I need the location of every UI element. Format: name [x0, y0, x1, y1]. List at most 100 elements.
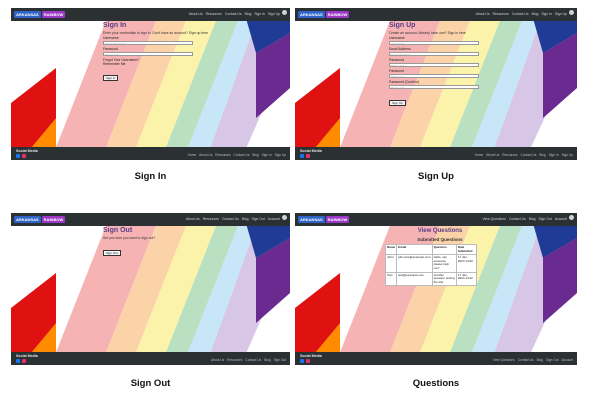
footer-link[interactable]: Home — [188, 153, 197, 157]
nav-link[interactable]: Blog — [245, 12, 252, 16]
footer-link[interactable]: Account — [561, 358, 573, 362]
facebook-icon[interactable] — [300, 359, 304, 363]
logo-part-1: ARKANSAS — [298, 216, 325, 223]
instagram-icon[interactable] — [22, 154, 26, 158]
confirm-password-input[interactable]: Password — [389, 85, 479, 90]
instagram-icon[interactable] — [306, 359, 310, 363]
table-cell: test@example.com — [396, 271, 433, 287]
footer-link[interactable]: About Us — [199, 153, 212, 157]
table-cell: Hello, can someone please help me? — [431, 254, 457, 273]
nav-link[interactable]: Sign Out — [539, 217, 552, 221]
nav-link[interactable]: Resources — [206, 12, 222, 16]
footer-links: View Questions Contact Us Blog Sign Out … — [493, 358, 573, 362]
logo-part-2: RAINBOW — [325, 216, 350, 223]
instagram-icon[interactable] — [22, 359, 26, 363]
social-icons — [300, 359, 310, 363]
signin-button[interactable]: Sign In — [103, 75, 119, 81]
username-label: Username — [389, 36, 405, 40]
footer-link[interactable]: Sign Up — [275, 153, 286, 157]
nav-links: About Us Resources Contact Us Blog Sign … — [476, 12, 567, 16]
column-header: Name — [384, 243, 398, 256]
nav-link[interactable]: Sign Out — [252, 217, 265, 221]
footer-link[interactable]: Blog — [252, 153, 258, 157]
nav-link[interactable]: Account — [268, 217, 280, 221]
nav-link[interactable]: About Us — [186, 217, 200, 221]
user-icon[interactable] — [282, 10, 287, 15]
nav-link[interactable]: Resources — [203, 217, 219, 221]
instagram-icon[interactable] — [306, 154, 310, 158]
nav-link[interactable]: Blog — [529, 217, 536, 221]
footer-link[interactable]: Contact Us — [521, 153, 537, 157]
username-label: Username — [103, 36, 119, 40]
nav-link[interactable]: Contact Us — [222, 217, 239, 221]
column-header: Question — [431, 243, 457, 256]
nav-link[interactable]: Contact Us — [509, 217, 526, 221]
password-input[interactable]: Password — [389, 63, 479, 68]
footer-link[interactable]: Sign In — [262, 153, 272, 157]
footer-link[interactable]: Resources — [502, 153, 517, 157]
nav-link[interactable]: Sign In — [541, 12, 552, 16]
column-header: Date Submitted — [455, 243, 478, 256]
footer-link[interactable]: Sign Out — [274, 358, 286, 362]
logo-part-1: ARKANSAS — [298, 11, 325, 18]
footer-link[interactable]: Resources — [215, 153, 230, 157]
footer-link[interactable]: View Questions — [493, 358, 515, 362]
footer-link[interactable]: Sign Up — [562, 153, 573, 157]
username-input[interactable]: Enter Username — [103, 41, 193, 46]
nav-link[interactable]: About Us — [189, 12, 203, 16]
footer-link[interactable]: Blog — [264, 358, 270, 362]
footer-link[interactable]: Sign In — [549, 153, 559, 157]
user-icon[interactable] — [282, 215, 287, 220]
username-input[interactable]: Username — [389, 41, 479, 46]
nav-link[interactable]: Blog — [242, 217, 249, 221]
nav-link[interactable]: Contact Us — [225, 12, 242, 16]
nav-link[interactable]: View Questions — [482, 217, 506, 221]
nav-link[interactable]: Sign Up — [555, 12, 567, 16]
footer-title: Social Media — [16, 149, 38, 153]
facebook-icon[interactable] — [16, 154, 20, 158]
form-title: Sign In — [103, 22, 127, 29]
footer-link[interactable]: About Us — [486, 153, 499, 157]
nav-link[interactable]: Sign In — [254, 12, 265, 16]
facebook-icon[interactable] — [16, 359, 20, 363]
footer-link[interactable]: About Us — [211, 358, 224, 362]
table-cell: Another question testing the site — [431, 271, 457, 287]
table-row: John john.doe@example.com Hello, can som… — [384, 254, 478, 273]
password-input-2[interactable]: Password — [389, 74, 479, 79]
footer-link[interactable]: Blog — [537, 358, 543, 362]
nav-link[interactable]: Contact Us — [512, 12, 529, 16]
nav-link[interactable]: Blog — [532, 12, 539, 16]
form-subtitle: Enter your credentials to sign in. Don't… — [103, 31, 209, 35]
caption-signout: Sign Out — [130, 378, 171, 389]
questions-table: Name Email Question Date Submitted John … — [384, 243, 478, 287]
email-input[interactable]: Email Address — [389, 52, 479, 57]
signout-button[interactable]: Sign Out — [103, 250, 121, 256]
site-logo[interactable]: ARKANSAS RAINBOW — [298, 11, 350, 18]
facebook-icon[interactable] — [300, 154, 304, 158]
remember-me-checkbox[interactable]: Remember Me — [103, 62, 208, 66]
signup-button[interactable]: Sign Up — [389, 100, 406, 106]
site-logo[interactable]: ARKANSAS RAINBOW — [298, 216, 350, 223]
nav-link[interactable]: Sign Up — [268, 12, 280, 16]
nav-link[interactable]: Resources — [493, 12, 509, 16]
footer-link[interactable]: Blog — [539, 153, 545, 157]
footer: Social Media Home About Us Resources Con… — [295, 147, 577, 160]
footer-link[interactable]: Contact Us — [234, 153, 250, 157]
form-subtitle: Are you sure you want to sign out? — [103, 236, 156, 240]
footer-link[interactable]: Contact Us — [245, 358, 261, 362]
caption-questions: Questions — [412, 378, 460, 389]
footer-link[interactable]: Resources — [227, 358, 242, 362]
footer-link[interactable]: Home — [475, 153, 484, 157]
user-icon[interactable] — [569, 215, 574, 220]
password-label-2: Password — [389, 69, 404, 73]
footer-link[interactable]: Contact Us — [518, 358, 534, 362]
password-input[interactable]: Password — [103, 52, 193, 57]
site-logo[interactable]: ARKANSAS RAINBOW — [14, 216, 66, 223]
footer-links: Home About Us Resources Contact Us Blog … — [475, 153, 573, 157]
nav-link[interactable]: About Us — [476, 12, 490, 16]
site-logo[interactable]: ARKANSAS RAINBOW — [14, 11, 66, 18]
nav-link[interactable]: Account — [555, 217, 567, 221]
footer-link[interactable]: Sign Out — [546, 358, 558, 362]
footer-links: Home About Us Resources Contact Us Blog … — [188, 153, 286, 157]
user-icon[interactable] — [569, 10, 574, 15]
